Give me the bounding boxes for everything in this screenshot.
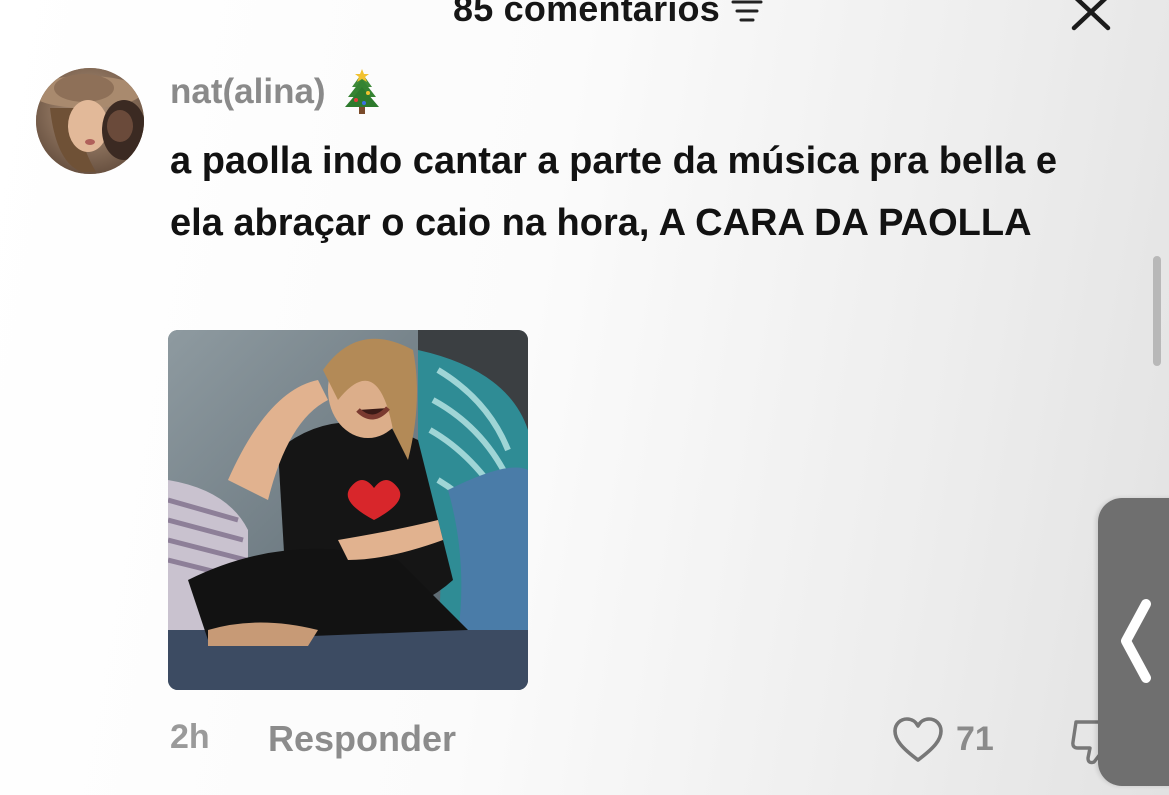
heart-icon[interactable] — [892, 716, 944, 766]
christmas-tree-icon — [344, 69, 379, 114]
comments-header: 85 comentários — [0, 0, 1169, 30]
scrollbar-thumb[interactable] — [1153, 256, 1161, 366]
comment-image[interactable] — [168, 330, 528, 690]
comment-timestamp: 2h — [170, 718, 210, 756]
comment-text: a paolla indo cantar a parte da música p… — [170, 140, 1057, 244]
comment-header: nat(alina) — [170, 66, 382, 118]
reply-button[interactable]: Responder — [268, 718, 456, 760]
comments-count-title: 85 comentários — [453, 0, 720, 29]
avatar-image — [36, 68, 144, 174]
comment-username[interactable]: nat(alina) — [170, 72, 326, 112]
close-icon[interactable] — [1068, 0, 1116, 34]
avatar[interactable] — [36, 68, 144, 174]
chevron-left-icon[interactable] — [1116, 598, 1156, 684]
comment-photo — [168, 330, 528, 690]
like-count: 71 — [956, 720, 994, 758]
filter-icon[interactable] — [730, 0, 764, 28]
